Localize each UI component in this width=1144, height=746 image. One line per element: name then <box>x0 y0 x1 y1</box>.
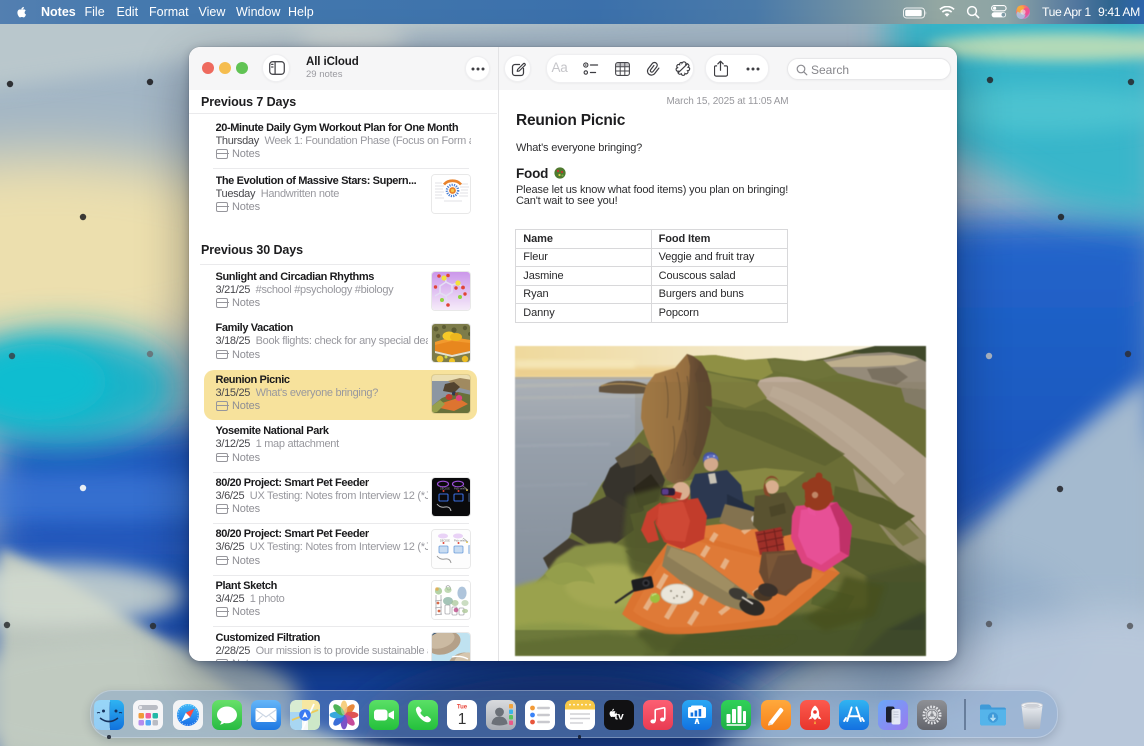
svg-text:Pick select: Pick select <box>454 538 467 542</box>
svg-text:DECIDE: DECIDE <box>440 538 450 542</box>
svg-text:tv: tv <box>614 710 623 722</box>
svg-text:1: 1 <box>458 711 467 728</box>
svg-text:Pick select: Pick select <box>454 487 467 491</box>
svg-text:DECIDE: DECIDE <box>440 487 450 491</box>
svg-text:Tue: Tue <box>457 704 468 710</box>
